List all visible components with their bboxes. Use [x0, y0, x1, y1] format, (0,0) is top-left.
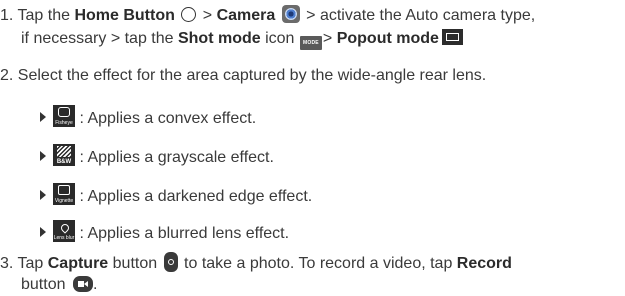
- effect-item-vignette: Vignette : Applies a darkened edge effec…: [40, 183, 312, 208]
- step-3-line-2: button .: [21, 274, 615, 296]
- step-2: 2. Select the effect for the area captur…: [0, 65, 615, 87]
- camera-label: Camera: [216, 7, 276, 24]
- step-1: 1. Tap the Home Button > Camera > activa…: [0, 5, 615, 27]
- step-1-line-2: if necessary > tap the Shot mode icon MO…: [21, 28, 615, 50]
- step-text: to take a photo. To record a video, tap: [179, 255, 457, 272]
- record-button-icon: [72, 276, 93, 292]
- bullet-arrow-icon: [40, 190, 46, 200]
- step-3: 3. Tap Capture button to take a photo. T…: [0, 252, 615, 275]
- mode-icon: MODE: [299, 36, 322, 50]
- effect-item-fisheye: Fisheye : Applies a convex effect.: [40, 105, 256, 130]
- home-button-label: Home Button: [74, 7, 175, 24]
- separator: >: [198, 7, 217, 24]
- effect-caption: Fisheye: [55, 120, 73, 126]
- period: .: [92, 276, 98, 293]
- fisheye-icon: Fisheye: [53, 105, 75, 127]
- step-text: button: [108, 255, 162, 272]
- bullet-arrow-icon: [40, 227, 46, 237]
- step-text: > activate the Auto camera type,: [301, 7, 536, 24]
- effect-description: : Applies a convex effect.: [79, 110, 257, 127]
- record-label: Record: [456, 255, 512, 272]
- popout-mode-icon: [441, 29, 463, 45]
- separator: >: [322, 30, 337, 47]
- step-text: icon: [260, 30, 299, 47]
- effect-description: : Applies a grayscale effect.: [79, 149, 274, 166]
- capture-label: Capture: [47, 255, 109, 272]
- step-number: 3.: [0, 255, 14, 272]
- home-button-icon: [181, 7, 197, 22]
- step-text: Tap the: [17, 7, 75, 24]
- step-text: Tap: [17, 255, 48, 272]
- bw-icon: B&W: [53, 144, 75, 166]
- effect-item-lens-blur: Lens blur : Applies a blurred lens effec…: [40, 220, 289, 245]
- step-number: 2.: [0, 67, 14, 84]
- effect-caption: B&W: [56, 159, 72, 165]
- effect-caption: Lens blur: [53, 235, 75, 241]
- effect-item-bw: B&W : Applies a grayscale effect.: [40, 144, 274, 169]
- step-text: button: [21, 276, 70, 293]
- effect-caption: Vignette: [54, 198, 74, 204]
- popout-mode-label: Popout mode: [336, 30, 439, 47]
- bullet-arrow-icon: [40, 151, 46, 161]
- bullet-arrow-icon: [40, 112, 46, 122]
- camera-app-icon: [281, 5, 300, 23]
- shot-mode-label: Shot mode: [177, 30, 261, 47]
- step-text: if necessary > tap the: [21, 30, 178, 47]
- lens-blur-icon: Lens blur: [53, 220, 75, 242]
- effect-description: : Applies a darkened edge effect.: [79, 188, 313, 205]
- vignette-icon: Vignette: [53, 183, 75, 205]
- step-number: 1.: [0, 7, 14, 24]
- capture-button-icon: [163, 252, 178, 272]
- step-text: Select the effect for the area captured …: [17, 67, 487, 84]
- effect-description: : Applies a blurred lens effect.: [79, 225, 290, 242]
